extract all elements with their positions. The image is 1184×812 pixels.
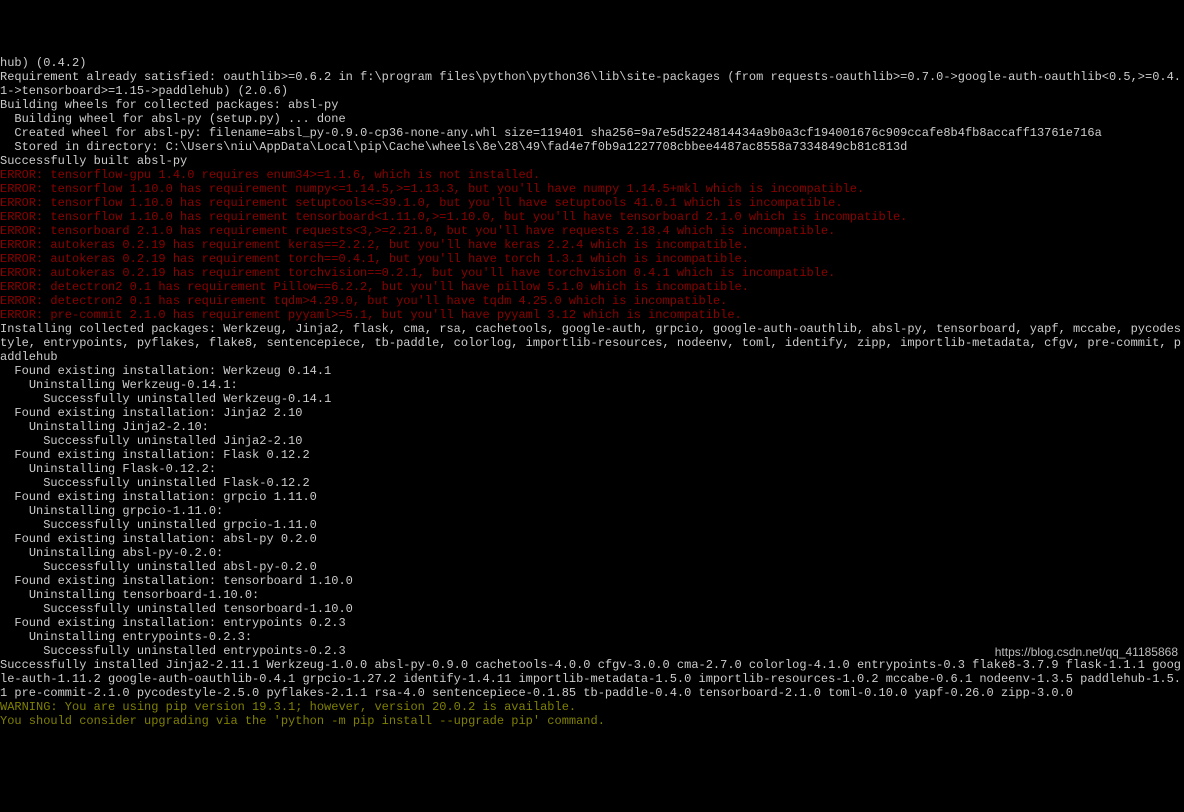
error-line: ERROR: autokeras 0.2.19 has requirement … (0, 252, 1184, 266)
output-line: Successfully installed Jinja2-2.11.1 Wer… (0, 658, 1184, 700)
output-line: Found existing installation: absl-py 0.2… (0, 532, 1184, 546)
output-line: Successfully uninstalled grpcio-1.11.0 (0, 518, 1184, 532)
error-line: ERROR: tensorboard 2.1.0 has requirement… (0, 224, 1184, 238)
error-line: ERROR: autokeras 0.2.19 has requirement … (0, 238, 1184, 252)
error-line: ERROR: tensorflow 1.10.0 has requirement… (0, 210, 1184, 224)
error-line: ERROR: tensorflow-gpu 1.4.0 requires enu… (0, 168, 1184, 182)
warning-line: You should consider upgrading via the 'p… (0, 714, 1184, 728)
output-line: Uninstalling grpcio-1.11.0: (0, 504, 1184, 518)
output-line: Found existing installation: Jinja2 2.10 (0, 406, 1184, 420)
output-line: Building wheel for absl-py (setup.py) ..… (0, 112, 1184, 126)
output-line: Successfully uninstalled Flask-0.12.2 (0, 476, 1184, 490)
output-line: Successfully uninstalled absl-py-0.2.0 (0, 560, 1184, 574)
output-line: Building wheels for collected packages: … (0, 98, 1184, 112)
output-line: Created wheel for absl-py: filename=absl… (0, 126, 1184, 140)
output-line: hub) (0.4.2) (0, 56, 1184, 70)
terminal-output[interactable]: hub) (0.4.2)Requirement already satisfie… (0, 56, 1184, 728)
output-line: Uninstalling Werkzeug-0.14.1: (0, 378, 1184, 392)
error-line: ERROR: tensorflow 1.10.0 has requirement… (0, 196, 1184, 210)
warning-line: WARNING: You are using pip version 19.3.… (0, 700, 1184, 714)
output-line: Found existing installation: tensorboard… (0, 574, 1184, 588)
output-line: Successfully uninstalled Werkzeug-0.14.1 (0, 392, 1184, 406)
output-line: Stored in directory: C:\Users\niu\AppDat… (0, 140, 1184, 154)
output-line: Found existing installation: Flask 0.12.… (0, 448, 1184, 462)
error-line: ERROR: tensorflow 1.10.0 has requirement… (0, 182, 1184, 196)
output-line: Uninstalling Flask-0.12.2: (0, 462, 1184, 476)
output-line: Uninstalling tensorboard-1.10.0: (0, 588, 1184, 602)
error-line: ERROR: autokeras 0.2.19 has requirement … (0, 266, 1184, 280)
error-line: ERROR: pre-commit 2.1.0 has requirement … (0, 308, 1184, 322)
error-line: ERROR: detectron2 0.1 has requirement Pi… (0, 280, 1184, 294)
output-line: Requirement already satisfied: oauthlib>… (0, 70, 1184, 98)
output-line: Successfully built absl-py (0, 154, 1184, 168)
watermark-text: https://blog.csdn.net/qq_41185868 (995, 645, 1178, 659)
output-line: Successfully uninstalled Jinja2-2.10 (0, 434, 1184, 448)
output-line: Uninstalling Jinja2-2.10: (0, 420, 1184, 434)
output-line: Uninstalling entrypoints-0.2.3: (0, 630, 1184, 644)
output-line: Uninstalling absl-py-0.2.0: (0, 546, 1184, 560)
output-line: Found existing installation: entrypoints… (0, 616, 1184, 630)
output-line: Found existing installation: grpcio 1.11… (0, 490, 1184, 504)
output-line: Found existing installation: Werkzeug 0.… (0, 364, 1184, 378)
output-line: Successfully uninstalled tensorboard-1.1… (0, 602, 1184, 616)
output-line: Installing collected packages: Werkzeug,… (0, 322, 1184, 364)
error-line: ERROR: detectron2 0.1 has requirement tq… (0, 294, 1184, 308)
